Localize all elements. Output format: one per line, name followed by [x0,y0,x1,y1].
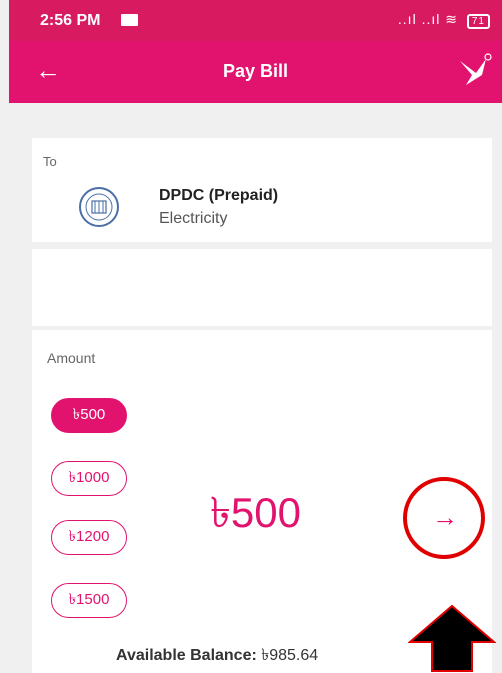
amount-chip-1500[interactable]: ৳1500 [51,583,127,618]
recipient-card: To DPDC (Prepaid) Electricity [32,138,492,242]
page-title: Pay Bill [222,61,289,81]
available-balance: Available Balance: ৳985.64 [116,642,318,669]
highlight-circle [403,477,485,559]
selected-amount: ৳500 [210,489,301,536]
amount-chip-1000[interactable]: ৳1000 [51,461,127,496]
mail-icon [121,14,138,26]
status-bar: 2:56 PM ..ıl ..ıl ≋ 71 [9,0,502,41]
amount-label: Amount [47,350,96,366]
status-time: 2:56 PM [40,12,101,29]
biller-name: DPDC (Prepaid) [159,187,279,204]
app-bar: ← Pay Bill [9,41,502,103]
balance-value: ৳985.64 [261,647,319,664]
dpdc-logo-icon [79,187,119,227]
bird-logo-icon [460,53,492,85]
blank-card [32,249,492,326]
amount-chip-1200[interactable]: ৳1200 [51,520,127,555]
balance-label: Available Balance: [116,647,257,664]
to-label: To [43,154,57,169]
signal-icon: ..ıl ..ıl [397,11,441,27]
status-icons: ..ıl ..ıl ≋ 71 [398,11,490,29]
battery-icon: 71 [466,14,490,29]
amount-chip-500[interactable]: ৳500 [51,398,127,433]
pointer-arrow-icon [408,604,496,672]
biller-type: Electricity [159,210,228,227]
wifi-icon: ≋ [445,11,458,27]
